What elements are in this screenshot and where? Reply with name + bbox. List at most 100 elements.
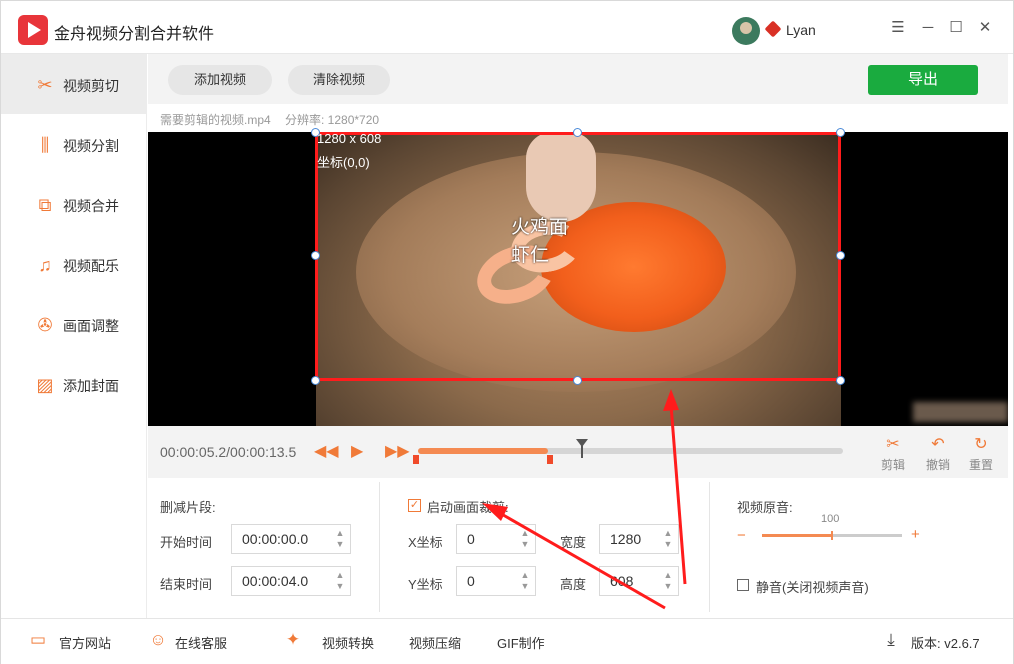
crop-handle-top[interactable] — [573, 128, 582, 137]
export-button[interactable]: 导出 — [868, 65, 978, 95]
start-time-value: 00:00:00.0 — [242, 531, 309, 547]
support-link[interactable]: 在线客服 — [175, 633, 227, 652]
mute-checkbox[interactable] — [737, 579, 749, 591]
stepper-icon[interactable]: ▲ ▼ — [662, 570, 674, 592]
playback-controls: 00:00:05.2/00:00:13.5 ◀◀ ▶ ▶▶ ✂ 剪辑 ↶ 撤销 … — [148, 426, 1008, 478]
sidebar-item-label: 视频合并 — [63, 198, 119, 214]
volume-thumb[interactable] — [831, 531, 833, 540]
reset-button[interactable]: ↻ 重置 — [966, 436, 996, 473]
sidebar-item-label: 视频剪切 — [63, 78, 119, 94]
cut-button[interactable]: ✂ 剪辑 — [878, 436, 908, 473]
hamburger-icon[interactable]: ☰ — [889, 19, 907, 37]
split-icon: ⫼ — [40, 135, 50, 155]
crop-rectangle[interactable] — [315, 132, 841, 381]
vip-icon — [764, 20, 782, 38]
file-resolution: 分辨率: 1280*720 — [285, 113, 380, 127]
video-convert-link[interactable]: 视频转换 — [322, 633, 374, 652]
timeline-track[interactable] — [418, 448, 843, 454]
x-coord-label: X坐标 — [408, 535, 443, 550]
video-compress-link[interactable]: 视频压缩 — [409, 633, 461, 652]
blurred-watermark — [913, 402, 1008, 422]
stepper-icon[interactable]: ▲ ▼ — [662, 528, 674, 550]
crop-handle-bottom-left[interactable] — [311, 376, 320, 385]
height-field[interactable]: 608 ▲ ▼ — [599, 566, 679, 596]
x-coord-field[interactable]: 0 ▲ ▼ — [456, 524, 536, 554]
crop-coordinate-label: 坐标(0,0) — [317, 155, 370, 170]
height-label: 高度 — [560, 577, 587, 592]
crop-handle-right[interactable] — [836, 251, 845, 260]
crop-size-label: 1280 x 608 — [317, 131, 382, 146]
avatar[interactable] — [732, 17, 760, 45]
clear-video-button[interactable]: 清除视频 — [288, 65, 390, 95]
monitor-icon: ▭ — [29, 630, 47, 649]
sidebar-item-label: 视频分割 — [63, 138, 119, 154]
stepper-icon[interactable]: ▲ ▼ — [519, 570, 531, 592]
image-icon: ▨ — [36, 375, 54, 395]
toolbar: 添加视频 清除视频 导出 — [148, 54, 1008, 104]
y-coord-field[interactable]: 0 ▲ ▼ — [456, 566, 536, 596]
crop-handle-left[interactable] — [311, 251, 320, 260]
close-icon[interactable]: ✕ — [976, 19, 994, 37]
y-coord-label: Y坐标 — [408, 577, 443, 592]
play-icon[interactable]: ▶ — [351, 441, 363, 461]
divider — [379, 482, 380, 612]
status-bar: ▭ 官方网站 ☺ 在线客服 ✦ 视频转换 视频压缩 GIF制作 ⤓ 版本: v2… — [1, 618, 1013, 664]
volume-fill — [762, 534, 832, 537]
title-bar: 金舟视频分割合并软件 Lyan ☰ ─ ☐ ✕ — [1, 1, 1013, 54]
sidebar-item-label: 画面调整 — [63, 318, 119, 334]
download-icon[interactable]: ⤓ — [880, 629, 902, 651]
width-field[interactable]: 1280 ▲ ▼ — [599, 524, 679, 554]
stepper-icon[interactable]: ▲ ▼ — [334, 570, 346, 592]
sidebar-item-video-music[interactable]: ♫ 视频配乐 — [1, 234, 147, 294]
minimize-icon[interactable]: ─ — [919, 19, 937, 37]
sidebar-item-picture-adjust[interactable]: ✇ 画面调整 — [1, 294, 147, 354]
cut-label: 剪辑 — [880, 458, 905, 472]
volume-down-icon[interactable]: − — [737, 527, 746, 544]
end-time-value: 00:00:04.0 — [242, 573, 309, 589]
maximize-icon[interactable]: ☐ — [947, 19, 965, 37]
website-link[interactable]: 官方网站 — [59, 633, 111, 652]
gif-maker-link[interactable]: GIF制作 — [497, 633, 545, 652]
crop-handle-bottom-right[interactable] — [836, 376, 845, 385]
app-title: 金舟视频分割合并软件 — [54, 26, 215, 43]
volume-slider[interactable] — [762, 531, 902, 540]
stepper-icon[interactable]: ▲ ▼ — [334, 528, 346, 550]
enable-crop-label: 启动画面裁剪: — [427, 500, 509, 515]
undo-icon: ↶ — [931, 436, 945, 453]
reset-label: 重置 — [968, 458, 993, 472]
end-time-label: 结束时间 — [160, 577, 213, 592]
segment-start-marker[interactable] — [413, 455, 419, 464]
sidebar-item-video-cut[interactable]: ✂ 视频剪切 — [1, 54, 147, 114]
music-icon: ♫ — [38, 255, 52, 275]
playhead-line — [580, 444, 583, 458]
timecode: 00:00:05.2/00:00:13.5 — [160, 444, 297, 460]
sidebar-item-add-cover[interactable]: ▨ 添加封面 — [1, 354, 147, 414]
tools-icon: ✦ — [285, 630, 301, 649]
crop-handle-top-right[interactable] — [836, 128, 845, 137]
merge-icon: ⧉ — [38, 195, 52, 215]
add-video-button[interactable]: 添加视频 — [168, 65, 272, 95]
sidebar-item-video-split[interactable]: ⫼ 视频分割 — [1, 114, 147, 174]
start-time-field[interactable]: 00:00:00.0 ▲ ▼ — [231, 524, 351, 554]
start-time-label: 开始时间 — [160, 535, 213, 550]
sidebar-item-video-merge[interactable]: ⧉ 视频合并 — [1, 174, 147, 234]
volume-up-icon[interactable]: + — [911, 526, 920, 543]
app-logo-icon — [18, 15, 48, 45]
fast-forward-icon[interactable]: ▶▶ — [385, 441, 410, 461]
sidebar: ✂ 视频剪切 ⫼ 视频分割 ⧉ 视频合并 ♫ 视频配乐 ✇ 画面调整 ▨ 添加封… — [1, 54, 147, 618]
segment-end-marker[interactable] — [546, 455, 553, 464]
end-time-field[interactable]: 00:00:04.0 ▲ ▼ — [231, 566, 351, 596]
settings-panel: 删减片段: 开始时间 00:00:00.0 ▲ ▼ 结束时间 00:00:04.0… — [148, 478, 1008, 618]
scissors-icon: ✂ — [886, 436, 900, 453]
undo-button[interactable]: ↶ 撤销 — [923, 436, 953, 473]
film-reel-icon: ✇ — [37, 315, 53, 335]
width-label: 宽度 — [560, 535, 587, 550]
undo-label: 撤销 — [925, 458, 950, 472]
enable-crop-checkbox[interactable]: ✓ — [408, 499, 421, 512]
crop-handle-bottom[interactable] — [573, 376, 582, 385]
stepper-icon[interactable]: ▲ ▼ — [519, 528, 531, 550]
volume-value: 100 — [821, 513, 840, 525]
username[interactable]: Lyan — [786, 22, 816, 38]
rewind-icon[interactable]: ◀◀ — [314, 441, 339, 461]
audio-title: 视频原音: — [737, 500, 793, 515]
